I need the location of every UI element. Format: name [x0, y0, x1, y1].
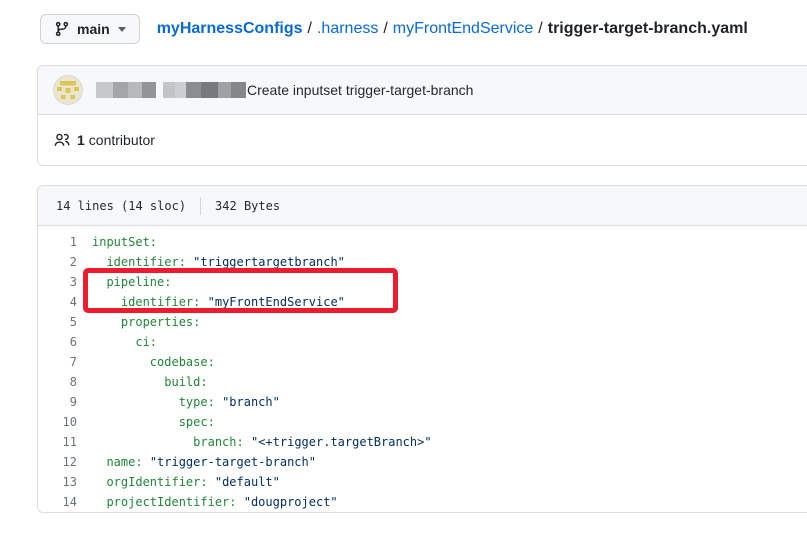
redacted-block — [231, 82, 246, 98]
code-line-content: name: "trigger-target-branch" — [77, 452, 316, 472]
redacted-block — [175, 82, 186, 98]
file-navigation-bar: main myHarnessConfigs/.harness/myFrontEn… — [40, 14, 748, 44]
redacted-block — [201, 82, 218, 98]
file-lines-info: 14 lines (14 sloc) — [56, 199, 186, 213]
breadcrumb-link[interactable]: .harness — [317, 20, 378, 37]
code-line: 2 identifier: "triggertargetbranch" — [38, 252, 807, 272]
breadcrumb-current-file: trigger-target-branch.yaml — [548, 20, 748, 37]
code-line-content: orgIdentifier: "default" — [77, 472, 280, 492]
latest-commit-bar: Create inputset trigger-target-branch — [38, 66, 807, 115]
line-number[interactable]: 7 — [38, 352, 77, 372]
author-avatar[interactable] — [53, 75, 83, 105]
line-number[interactable]: 12 — [38, 452, 77, 472]
contributors-bar: 1 contributor — [38, 115, 807, 165]
line-number[interactable]: 3 — [38, 272, 77, 292]
redacted-block — [142, 82, 156, 98]
code-line-content: ci: — [77, 332, 157, 352]
line-number[interactable]: 1 — [38, 232, 77, 252]
file-size-info: 342 Bytes — [215, 199, 280, 213]
code-line: 13 orgIdentifier: "default" — [38, 472, 807, 492]
code-line-content: build: — [77, 372, 208, 392]
breadcrumb-separator: / — [383, 20, 387, 37]
line-number[interactable]: 6 — [38, 332, 77, 352]
code-line: 8 build: — [38, 372, 807, 392]
code-line: 4 identifier: "myFrontEndService" — [38, 292, 807, 312]
line-number[interactable]: 13 — [38, 472, 77, 492]
line-number[interactable]: 8 — [38, 372, 77, 392]
redacted-block — [218, 82, 231, 98]
code-line-content: identifier: "triggertargetbranch" — [77, 252, 345, 272]
file-meta-divider — [200, 197, 201, 215]
code-lines: 1inputSet:2 identifier: "triggertargetbr… — [38, 226, 807, 512]
breadcrumb-link[interactable]: myFrontEndService — [393, 20, 534, 37]
file-card: 14 lines (14 sloc) 342 Bytes 1inputSet:2… — [37, 185, 807, 513]
redacted-block — [128, 82, 142, 98]
breadcrumb: myHarnessConfigs/.harness/myFrontEndServ… — [157, 20, 748, 38]
file-meta-bar: 14 lines (14 sloc) 342 Bytes — [38, 186, 807, 226]
people-icon — [54, 132, 70, 148]
commit-message-link[interactable]: Create inputset trigger-target-branch — [247, 82, 473, 98]
code-line-content: branch: "<+trigger.targetBranch>" — [77, 432, 432, 452]
code-line-content: inputSet: — [77, 232, 157, 252]
redacted-block — [96, 82, 113, 98]
contributor-count: 1 — [77, 132, 85, 148]
breadcrumb-link[interactable]: myHarnessConfigs — [157, 20, 303, 37]
code-line-content: codebase: — [77, 352, 215, 372]
code-line-content: spec: — [77, 412, 215, 432]
line-number[interactable]: 14 — [38, 492, 77, 512]
line-number[interactable]: 10 — [38, 412, 77, 432]
code-line: 3 pipeline: — [38, 272, 807, 292]
code-line: 14 projectIdentifier: "dougproject" — [38, 492, 807, 512]
branch-name-label: main — [77, 21, 110, 37]
branch-selector-button[interactable]: main — [40, 14, 140, 44]
code-line-content: pipeline: — [77, 272, 171, 292]
breadcrumb-separator: / — [308, 20, 312, 37]
line-number[interactable]: 9 — [38, 392, 77, 412]
contributors-link[interactable]: 1 contributor — [54, 132, 155, 148]
code-line: 7 codebase: — [38, 352, 807, 372]
code-line-content: type: "branch" — [77, 392, 280, 412]
code-line: 10 spec: — [38, 412, 807, 432]
contributor-label: contributor — [89, 132, 155, 148]
code-line: 11 branch: "<+trigger.targetBranch>" — [38, 432, 807, 452]
line-number[interactable]: 4 — [38, 292, 77, 312]
latest-commit-card: Create inputset trigger-target-branch 1 … — [37, 65, 807, 166]
redacted-block — [113, 82, 128, 98]
redacted-author-name[interactable] — [96, 82, 246, 98]
code-line-content: projectIdentifier: "dougproject" — [77, 492, 338, 512]
code-line: 6 ci: — [38, 332, 807, 352]
code-line-content: identifier: "myFrontEndService" — [77, 292, 345, 312]
code-line: 1inputSet: — [38, 232, 807, 252]
redacted-block — [156, 82, 163, 98]
code-line-content: properties: — [77, 312, 200, 332]
chevron-down-icon — [118, 27, 126, 32]
breadcrumb-separator: / — [538, 20, 542, 37]
redacted-block — [163, 82, 175, 98]
code-line: 5 properties: — [38, 312, 807, 332]
code-line: 9 type: "branch" — [38, 392, 807, 412]
line-number[interactable]: 5 — [38, 312, 77, 332]
code-line: 12 name: "trigger-target-branch" — [38, 452, 807, 472]
git-branch-icon — [54, 21, 70, 37]
line-number[interactable]: 11 — [38, 432, 77, 452]
line-number[interactable]: 2 — [38, 252, 77, 272]
redacted-block — [186, 82, 201, 98]
